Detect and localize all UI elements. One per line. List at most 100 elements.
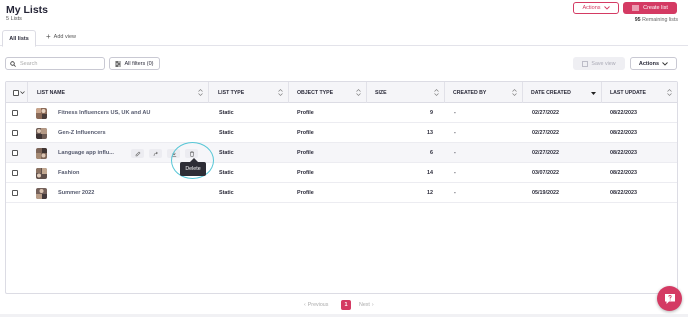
list-name-link[interactable]: Gen-Z Influencers xyxy=(58,123,106,143)
list-count: 5 Lists xyxy=(6,16,22,22)
add-view-button[interactable]: + Add view xyxy=(46,32,76,41)
list-type: Static xyxy=(219,130,234,136)
row-checkbox[interactable] xyxy=(12,130,18,136)
list-size: 6 xyxy=(430,150,433,156)
created-by: - xyxy=(454,130,456,136)
list-size: 9 xyxy=(430,110,433,116)
column-list-type[interactable]: LIST TYPE xyxy=(213,82,289,103)
row-checkbox[interactable] xyxy=(12,110,18,116)
list-thumbnail xyxy=(36,187,47,199)
select-all-column xyxy=(6,82,28,103)
tab-all-lists[interactable]: All lists xyxy=(2,30,36,47)
list-thumbnail xyxy=(36,147,47,159)
remaining-count: 95 xyxy=(634,17,641,23)
column-object-type[interactable]: OBJECT TYPE xyxy=(292,82,367,103)
table-actions-button[interactable]: Actions xyxy=(630,57,677,70)
list-name-link[interactable]: Language app influ... xyxy=(58,143,114,163)
list-type: Static xyxy=(219,110,234,116)
date-created: 02/27/2022 xyxy=(532,130,559,136)
table-row[interactable]: Language app influ... Static Profile 6 -… xyxy=(6,143,677,163)
list-thumbnail xyxy=(36,107,47,119)
list-name-link[interactable]: Summer 2022 xyxy=(58,183,94,203)
select-all-checkbox[interactable] xyxy=(13,89,19,96)
table-header: LIST NAME LIST TYPE OBJECT TYPE SIZE CRE… xyxy=(6,82,677,103)
remaining-label: Remaining lists xyxy=(642,17,678,23)
column-list-name[interactable]: LIST NAME xyxy=(32,82,209,103)
table-row[interactable]: Summer 2022 Static Profile 12 - 05/19/20… xyxy=(6,183,677,203)
table-row[interactable]: Gen-Z Influencers Static Profile 13 - 02… xyxy=(6,123,677,143)
create-list-label: Create list xyxy=(643,5,668,11)
table-row[interactable]: Fitness Influencers US, UK and AU Static… xyxy=(6,103,677,123)
sort-icon xyxy=(667,89,672,96)
all-filters-button[interactable]: All filters (0) xyxy=(109,57,160,70)
chevron-right-icon: › xyxy=(371,302,374,308)
create-list-button[interactable]: Create list xyxy=(623,2,677,14)
previous-label: Previous xyxy=(307,302,329,308)
actions-dropdown-button[interactable]: Actions xyxy=(573,2,619,14)
next-label: Next xyxy=(359,302,370,308)
share-icon xyxy=(153,151,158,156)
chevron-left-icon: ‹ xyxy=(304,302,306,308)
delete-tooltip: Delete xyxy=(180,162,206,176)
object-type: Profile xyxy=(297,190,314,196)
column-size[interactable]: SIZE xyxy=(370,82,445,103)
pencil-icon xyxy=(135,151,140,156)
save-view-button[interactable]: Save view xyxy=(573,57,625,70)
add-view-label: Add view xyxy=(53,34,76,40)
sort-icon xyxy=(278,89,283,96)
list-thumbnail xyxy=(36,127,47,139)
next-page-button[interactable]: Next › xyxy=(359,302,374,308)
save-icon xyxy=(582,60,589,67)
row-checkbox[interactable] xyxy=(12,170,18,176)
object-type: Profile xyxy=(297,130,314,136)
list-icon xyxy=(632,5,640,11)
page-1-button[interactable]: 1 xyxy=(341,300,351,310)
lists-table: LIST NAME LIST TYPE OBJECT TYPE SIZE CRE… xyxy=(5,81,678,294)
plus-icon: + xyxy=(46,32,51,41)
list-name-link[interactable]: Fashion xyxy=(58,163,79,183)
object-type: Profile xyxy=(297,170,314,176)
actions-label: Actions xyxy=(582,5,601,11)
sort-icon xyxy=(198,89,203,96)
table-row[interactable]: Fashion Static Profile 14 - 03/07/2022 0… xyxy=(6,163,677,183)
chevron-down-icon xyxy=(603,6,610,10)
help-chat-button[interactable] xyxy=(657,286,682,311)
search-box[interactable] xyxy=(5,57,105,70)
list-size: 13 xyxy=(427,130,433,136)
created-by: - xyxy=(454,110,456,116)
list-type: Static xyxy=(219,150,234,156)
column-date-created[interactable]: DATE CREATED xyxy=(526,82,602,103)
row-checkbox[interactable] xyxy=(12,190,18,196)
sort-icon xyxy=(434,89,439,96)
table-actions-label: Actions xyxy=(638,60,660,67)
date-created: 02/27/2022 xyxy=(532,110,559,116)
chevron-down-icon[interactable] xyxy=(20,91,25,94)
created-by: - xyxy=(454,190,456,196)
search-icon xyxy=(10,60,16,67)
created-by: - xyxy=(454,170,456,176)
row-checkbox[interactable] xyxy=(12,150,18,156)
sort-descending-icon xyxy=(591,92,596,95)
list-size: 12 xyxy=(427,190,433,196)
filter-icon xyxy=(115,60,122,67)
search-input[interactable] xyxy=(20,60,100,67)
date-created: 02/27/2022 xyxy=(532,150,559,156)
share-button[interactable] xyxy=(149,149,162,158)
list-thumbnail xyxy=(36,167,47,179)
remaining-lists: 95 Remaining lists xyxy=(620,17,678,23)
edit-button[interactable] xyxy=(131,149,144,158)
column-created-by[interactable]: CREATED BY xyxy=(448,82,523,103)
tab-bar xyxy=(0,28,688,46)
created-by: - xyxy=(454,150,456,156)
last-update: 08/22/2023 xyxy=(610,130,637,136)
object-type: Profile xyxy=(297,150,314,156)
column-last-update[interactable]: LAST UPDATE xyxy=(605,82,677,103)
sort-icon xyxy=(356,89,361,96)
previous-page-button[interactable]: ‹ Previous xyxy=(304,302,328,308)
date-created: 03/07/2022 xyxy=(532,170,559,176)
chat-question-icon xyxy=(664,293,675,304)
list-name-link[interactable]: Fitness Influencers US, UK and AU xyxy=(58,103,150,123)
last-update: 08/22/2023 xyxy=(610,170,637,176)
list-size: 14 xyxy=(427,170,433,176)
chevron-down-icon xyxy=(662,61,668,66)
